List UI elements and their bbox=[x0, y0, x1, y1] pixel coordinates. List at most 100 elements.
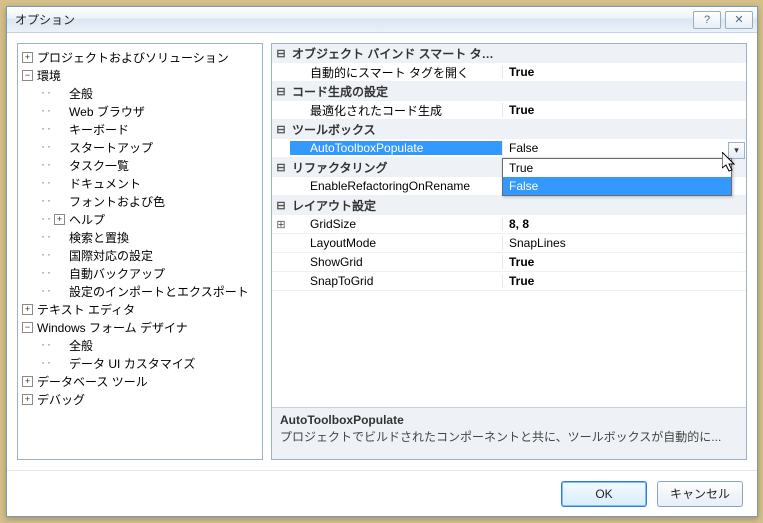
tree-branch-icon: ·· bbox=[40, 142, 52, 153]
category-label: リファクタリング bbox=[290, 159, 502, 176]
tree-spacer bbox=[54, 106, 65, 117]
property-category[interactable]: ⊟ツールボックス bbox=[272, 120, 746, 139]
ok-button[interactable]: OK bbox=[561, 481, 647, 507]
tree-node[interactable]: ··自動バックアップ bbox=[22, 264, 258, 282]
category-collapse-icon[interactable]: ⊟ bbox=[272, 47, 290, 60]
property-category[interactable]: ⊟レイアウト設定 bbox=[272, 196, 746, 215]
tree-node[interactable]: −Windows フォーム デザイナ bbox=[22, 318, 258, 336]
tree-node-label: Windows フォーム デザイナ bbox=[37, 319, 188, 336]
tree-expander-icon[interactable]: + bbox=[54, 214, 65, 225]
tree-spacer bbox=[54, 250, 65, 261]
tree-expander-icon[interactable]: + bbox=[22, 376, 33, 387]
tree-branch-icon: ·· bbox=[40, 286, 52, 297]
property-value[interactable]: SnapLines bbox=[502, 236, 746, 250]
tree-node[interactable]: ··ドキュメント bbox=[22, 174, 258, 192]
tree-branch-icon: ·· bbox=[40, 124, 52, 135]
tree-spacer bbox=[54, 178, 65, 189]
tree-node[interactable]: ··設定のインポートとエクスポート bbox=[22, 282, 258, 300]
tree-node[interactable]: ··タスク一覧 bbox=[22, 156, 258, 174]
category-collapse-icon[interactable]: ⊟ bbox=[272, 123, 290, 136]
tree-expander-icon[interactable]: + bbox=[22, 304, 33, 315]
property-row[interactable]: LayoutModeSnapLines bbox=[272, 234, 746, 253]
description-text: プロジェクトでビルドされたコンポーネントと共に、ツールボックスが自動的に... bbox=[280, 429, 738, 446]
property-value[interactable]: True bbox=[502, 255, 746, 269]
property-row[interactable]: SnapToGridTrue bbox=[272, 272, 746, 291]
property-name: 自動的にスマート タグを開く bbox=[290, 64, 502, 81]
tree-node-label: スタートアップ bbox=[69, 139, 153, 156]
tree-node[interactable]: ··フォントおよび色 bbox=[22, 192, 258, 210]
category-collapse-icon[interactable]: ⊟ bbox=[272, 85, 290, 98]
tree-node-label: 全般 bbox=[69, 337, 93, 354]
property-row[interactable]: ⊞GridSize8, 8 bbox=[272, 215, 746, 234]
tree-node-label: フォントおよび色 bbox=[69, 193, 165, 210]
tree-node[interactable]: ·· スタートアップ bbox=[22, 138, 258, 156]
tree-node[interactable]: +プロジェクトおよびソリューション bbox=[22, 48, 258, 66]
tree-expander-icon[interactable]: + bbox=[22, 52, 33, 63]
category-label: オブジェクト バインド スマート タグ設定 bbox=[290, 45, 502, 62]
property-grid[interactable]: ⊟オブジェクト バインド スマート タグ設定自動的にスマート タグを開くTrue… bbox=[272, 44, 746, 407]
tree-node[interactable]: +データベース ツール bbox=[22, 372, 258, 390]
property-name: LayoutMode bbox=[290, 236, 502, 250]
tree-node[interactable]: ·· データ UI カスタマイズ bbox=[22, 354, 258, 372]
dropdown-item[interactable]: True bbox=[503, 159, 731, 177]
tree-node-label: 自動バックアップ bbox=[69, 265, 165, 282]
tree-node-label: キーボード bbox=[69, 121, 129, 138]
value-dropdown[interactable]: TrueFalse bbox=[502, 158, 732, 196]
dialog-body: +プロジェクトおよびソリューション−環境··全般··Web ブラウザ··キーボー… bbox=[7, 33, 757, 470]
cancel-button[interactable]: キャンセル bbox=[657, 481, 743, 507]
category-collapse-icon[interactable]: ⊟ bbox=[272, 161, 290, 174]
tree-expander-icon[interactable]: − bbox=[22, 322, 33, 333]
tree-node[interactable]: ··Web ブラウザ bbox=[22, 102, 258, 120]
titlebar[interactable]: オプション ? ✕ bbox=[7, 7, 757, 33]
tree-node[interactable]: ··検索と置換 bbox=[22, 228, 258, 246]
property-value[interactable]: False▾ bbox=[502, 141, 746, 155]
property-value[interactable]: True bbox=[502, 103, 746, 117]
tree-node[interactable]: ·· 全般 bbox=[22, 84, 258, 102]
property-value[interactable]: 8, 8 bbox=[502, 217, 746, 231]
property-value[interactable]: True bbox=[502, 274, 746, 288]
tree-node[interactable]: + テキスト エディタ bbox=[22, 300, 258, 318]
tree-spacer bbox=[54, 88, 65, 99]
category-tree[interactable]: +プロジェクトおよびソリューション−環境··全般··Web ブラウザ··キーボー… bbox=[17, 43, 263, 460]
tree-node[interactable]: ··+ヘルプ bbox=[22, 210, 258, 228]
tree-node[interactable]: ·· 全般 bbox=[22, 336, 258, 354]
category-label: レイアウト設定 bbox=[290, 197, 502, 214]
tree-node[interactable]: +デバッグ bbox=[22, 390, 258, 408]
tree-node[interactable]: −環境 bbox=[22, 66, 258, 84]
property-row[interactable]: 自動的にスマート タグを開くTrue bbox=[272, 63, 746, 82]
close-button[interactable]: ✕ bbox=[725, 11, 753, 29]
tree-spacer bbox=[54, 286, 65, 297]
dropdown-button[interactable]: ▾ bbox=[728, 142, 745, 159]
property-row[interactable]: 最適化されたコード生成True bbox=[272, 101, 746, 120]
property-name: 最適化されたコード生成 bbox=[290, 102, 502, 119]
tree-node-label: データ UI カスタマイズ bbox=[69, 355, 195, 372]
tree-node-label: テキスト エディタ bbox=[37, 301, 135, 318]
tree-branch-icon: ·· bbox=[40, 106, 52, 117]
tree-branch-icon: ·· bbox=[40, 340, 52, 351]
tree-branch-icon: ·· bbox=[40, 160, 52, 171]
tree-node[interactable]: ·· キーボード bbox=[22, 120, 258, 138]
tree-spacer bbox=[54, 232, 65, 243]
tree-branch-icon: ·· bbox=[40, 88, 52, 99]
help-button[interactable]: ? bbox=[693, 11, 721, 29]
tree-branch-icon: ·· bbox=[40, 358, 52, 369]
property-expander-icon[interactable]: ⊞ bbox=[272, 218, 290, 231]
property-row[interactable]: AutoToolboxPopulateFalse▾ bbox=[272, 139, 746, 158]
property-value[interactable]: True bbox=[502, 65, 746, 79]
tree-expander-icon[interactable]: − bbox=[22, 70, 33, 81]
category-collapse-icon[interactable]: ⊟ bbox=[272, 199, 290, 212]
property-row[interactable]: ShowGridTrue bbox=[272, 253, 746, 272]
property-name: GridSize bbox=[290, 217, 502, 231]
description-title: AutoToolboxPopulate bbox=[280, 412, 738, 429]
property-panel: ⊟オブジェクト バインド スマート タグ設定自動的にスマート タグを開くTrue… bbox=[271, 43, 747, 460]
tree-node[interactable]: ··国際対応の設定 bbox=[22, 246, 258, 264]
tree-node-label: ドキュメント bbox=[69, 175, 141, 192]
tree-expander-icon[interactable]: + bbox=[22, 394, 33, 405]
tree-spacer bbox=[54, 196, 65, 207]
tree-node-label: 全般 bbox=[69, 85, 93, 102]
window-title: オプション bbox=[15, 11, 689, 28]
property-category[interactable]: ⊟コード生成の設定 bbox=[272, 82, 746, 101]
options-dialog: オプション ? ✕ +プロジェクトおよびソリューション−環境··全般··Web … bbox=[6, 6, 758, 517]
dropdown-item[interactable]: False bbox=[503, 177, 731, 195]
property-category[interactable]: ⊟オブジェクト バインド スマート タグ設定 bbox=[272, 44, 746, 63]
